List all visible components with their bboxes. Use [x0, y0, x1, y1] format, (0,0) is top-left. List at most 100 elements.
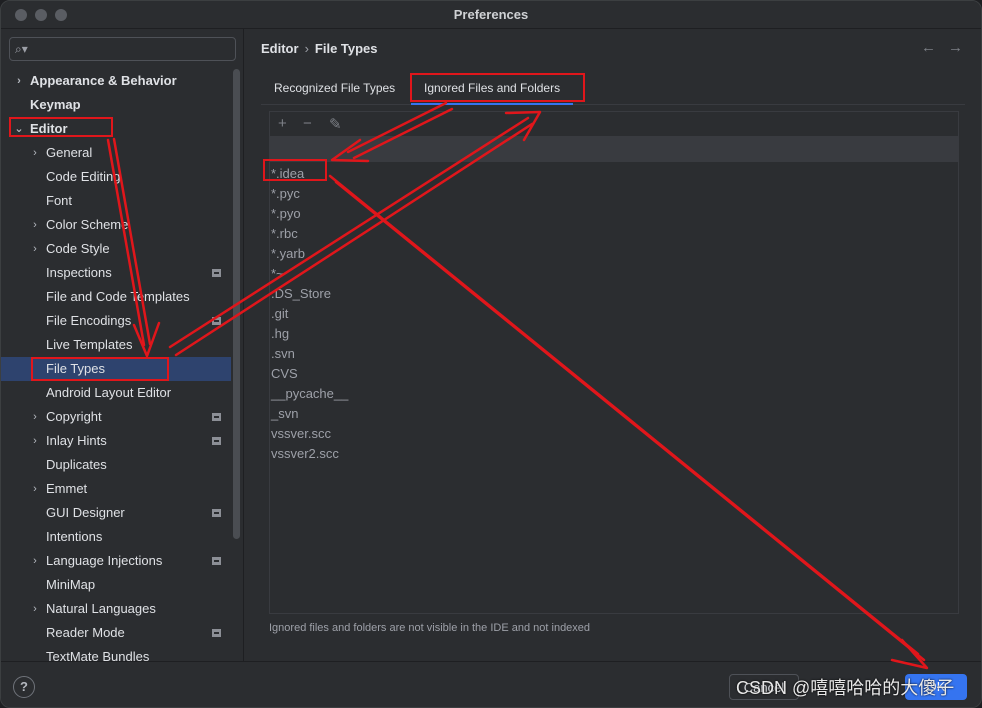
breadcrumb: Editor › File Types: [261, 41, 378, 56]
chevron-right-icon[interactable]: ›: [29, 597, 41, 621]
chevron-right-icon[interactable]: ›: [29, 429, 41, 453]
sidebar-item[interactable]: File and Code Templates: [1, 285, 231, 309]
sidebar-item-label: Font: [46, 193, 73, 208]
sidebar-item[interactable]: Reader Mode: [1, 621, 231, 645]
edit-icon[interactable]: ✎: [329, 115, 342, 133]
list-item[interactable]: *.rbc: [271, 224, 298, 244]
sidebar-item-label: Live Templates: [46, 337, 133, 352]
sidebar-item[interactable]: › Copyright: [1, 405, 231, 429]
sidebar-item[interactable]: Code Editing: [1, 165, 231, 189]
list-item[interactable]: vssver.scc: [271, 424, 331, 444]
sidebar-item-label: Reader Mode: [46, 625, 125, 640]
file-types-page: Editor › File Types ← → Recognized File Ty…: [245, 29, 981, 661]
add-icon[interactable]: +: [278, 115, 287, 132]
list-item[interactable]: *.pyo: [271, 204, 301, 224]
sidebar-item-label: Natural Languages: [46, 601, 156, 616]
sidebar-item-label: Editor: [30, 121, 68, 136]
list-item[interactable]: .hg: [271, 324, 289, 344]
sidebar-item-label: File Encodings: [46, 313, 132, 328]
sidebar-item[interactable]: Keymap: [1, 93, 231, 117]
chevron-right-icon[interactable]: ›: [29, 405, 41, 429]
chevron-right-icon[interactable]: ›: [29, 141, 41, 165]
list-item[interactable]: _svn: [271, 404, 298, 424]
chevron-right-icon[interactable]: ›: [29, 213, 41, 237]
sidebar-item-label: GUI Designer: [46, 505, 125, 520]
breadcrumb-file-types: File Types: [314, 41, 378, 56]
list-item[interactable]: *~: [271, 264, 284, 284]
sidebar-item[interactable]: File Types: [1, 357, 231, 381]
list-item[interactable]: *.idea: [271, 164, 304, 184]
project-level-icon: [212, 437, 221, 445]
sidebar-item[interactable]: Intentions: [1, 525, 231, 549]
breadcrumb-editor[interactable]: Editor: [261, 41, 299, 56]
sidebar-item[interactable]: File Encodings: [1, 309, 231, 333]
sidebar-scrollbar[interactable]: [233, 69, 240, 539]
list-item[interactable]: CVS: [271, 364, 298, 384]
sidebar-item-label: Appearance & Behavior: [30, 73, 177, 88]
sidebar-item-label: Color Scheme: [46, 217, 129, 232]
preferences-window: Preferences ⌕▾ › Appearance & Behavior Key…: [0, 0, 982, 708]
chevron-right-icon[interactable]: ›: [29, 477, 41, 501]
sidebar-item-label: Code Style: [46, 241, 110, 256]
sidebar-item[interactable]: › Natural Languages: [1, 597, 231, 621]
sidebar-item[interactable]: › General: [1, 141, 231, 165]
chevron-right-icon[interactable]: ›: [29, 549, 41, 573]
sidebar-item[interactable]: Android Layout Editor: [1, 381, 231, 405]
sidebar-item[interactable]: › Inlay Hints: [1, 429, 231, 453]
ignored-note: Ignored files and folders are not visibl…: [269, 622, 591, 634]
search-input[interactable]: ⌕▾: [9, 37, 236, 61]
help-button[interactable]: ?: [13, 676, 35, 698]
sidebar-item[interactable]: Duplicates: [1, 453, 231, 477]
sidebar-item[interactable]: › Emmet: [1, 477, 231, 501]
sidebar-item[interactable]: Live Templates: [1, 333, 231, 357]
sidebar-item-label: Copyright: [46, 409, 102, 424]
sidebar-item[interactable]: › Appearance & Behavior: [1, 69, 231, 93]
project-level-icon: [212, 317, 221, 325]
list-item[interactable]: *.yarb: [271, 244, 305, 264]
sidebar-item[interactable]: › Code Style: [1, 237, 231, 261]
sidebar-item[interactable]: Inspections: [1, 261, 231, 285]
chevron-down-icon[interactable]: ⌄: [13, 117, 25, 141]
forward-arrow-icon[interactable]: →: [948, 39, 963, 56]
sidebar-item-label: Android Layout Editor: [46, 385, 172, 400]
sidebar-item-label: Keymap: [30, 97, 81, 112]
sidebar-item-label: General: [46, 145, 93, 160]
sidebar-item-label: Emmet: [46, 481, 88, 496]
chevron-right-icon[interactable]: ›: [13, 69, 25, 93]
sidebar-item[interactable]: › Color Scheme: [1, 213, 231, 237]
project-level-icon: [212, 557, 221, 565]
sidebar-item-label: Code Editing: [46, 169, 121, 184]
list-item[interactable]: vssver2.scc: [271, 444, 339, 464]
sidebar-item[interactable]: › Language Injections: [1, 549, 231, 573]
tab-recognized-file-types[interactable]: Recognized File Types: [261, 73, 408, 105]
search-icon: ⌕▾: [15, 42, 28, 56]
sidebar-item-label: Intentions: [46, 529, 103, 544]
csdn-watermark: CSDN @嘻嘻哈哈的大傻子: [736, 678, 955, 698]
sidebar-item-label: Inlay Hints: [46, 433, 107, 448]
list-item[interactable]: .git: [271, 304, 288, 324]
list-item[interactable]: .svn: [271, 344, 295, 364]
list-toolbar: + − ✎: [270, 112, 958, 136]
sidebar-item-label: Duplicates: [46, 457, 107, 472]
sidebar-item[interactable]: Font: [1, 189, 231, 213]
tab-ignored-files-and-folders[interactable]: Ignored Files and Folders: [411, 73, 574, 105]
sidebar-item[interactable]: MiniMap: [1, 573, 231, 597]
project-level-icon: [212, 509, 221, 517]
ignored-files-panel: + − ✎ *.idea *.pyc *.pyo *.rbc *.yarb *~ .DS_S…: [269, 111, 959, 614]
sidebar-item[interactable]: ⌄ Editor: [1, 117, 231, 141]
back-arrow-icon[interactable]: ←: [921, 39, 936, 56]
window-title: Preferences: [453, 7, 529, 22]
sidebar-item-label: MiniMap: [46, 577, 96, 592]
list-item[interactable]: *.pyc: [271, 184, 300, 204]
sidebar-item-label: Inspections: [46, 265, 112, 280]
project-level-icon: [212, 629, 221, 637]
list-item[interactable]: __pycache__: [271, 384, 348, 404]
sidebar-item[interactable]: GUI Designer: [1, 501, 231, 525]
list-item[interactable]: .DS_Store: [271, 284, 331, 304]
breadcrumb-separator: ›: [304, 41, 309, 56]
chevron-right-icon[interactable]: ›: [29, 237, 41, 261]
remove-icon[interactable]: −: [303, 115, 312, 132]
tab-bar: Recognized File Types Ignored Files and …: [261, 73, 965, 105]
project-level-icon: [212, 269, 221, 277]
title-bar: Preferences: [1, 1, 981, 29]
